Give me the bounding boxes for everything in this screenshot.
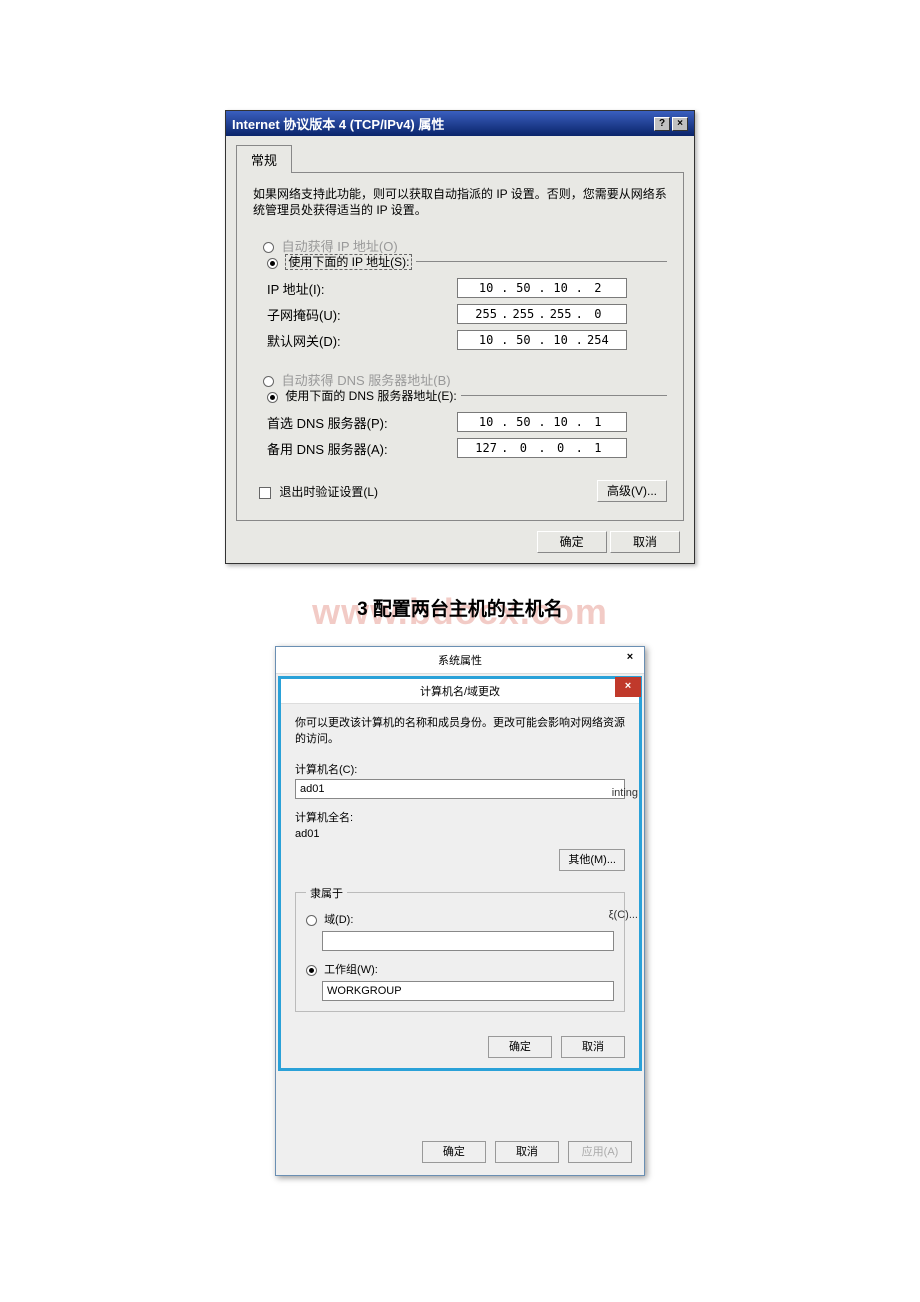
- sysprop-title: 系统属性: [438, 655, 482, 667]
- default-gateway-input[interactable]: 10.50.10.254: [457, 330, 627, 350]
- preferred-dns-label: 首选 DNS 服务器(P):: [267, 413, 457, 432]
- tab-general[interactable]: 常规: [236, 145, 292, 173]
- rename-titlebar: 计算机名/域更改 ×: [281, 679, 639, 704]
- cancel-button[interactable]: 取消: [561, 1036, 625, 1058]
- outer-ok-button[interactable]: 确定: [422, 1141, 486, 1163]
- ip-address-input[interactable]: 10.50.10.2: [457, 278, 627, 298]
- alternate-dns-input[interactable]: 127.0.0.1: [457, 438, 627, 458]
- alternate-dns-label: 备用 DNS 服务器(A):: [267, 439, 457, 458]
- ip-settings-group: 使用下面的 IP 地址(S): IP 地址(I): 10.50.10.2 子网掩…: [267, 261, 667, 360]
- domain-input[interactable]: [322, 931, 614, 951]
- computer-name-label: 计算机名(C):: [295, 761, 625, 777]
- full-name-label: 计算机全名:: [295, 809, 625, 825]
- description-text: 如果网络支持此功能，则可以获取自动指派的 IP 设置。否则，您需要从网络系统管理…: [253, 187, 667, 218]
- radio-manual-ip-label: 使用下面的 IP 地址(S):: [285, 254, 412, 270]
- radio-manual-dns-label: 使用下面的 DNS 服务器地址(E):: [285, 389, 456, 403]
- rename-title: 计算机名/域更改: [420, 686, 500, 698]
- dialog-title: Internet 协议版本 4 (TCP/IPv4) 属性: [232, 114, 444, 133]
- advanced-button[interactable]: 高级(V)...: [597, 480, 667, 502]
- validate-on-exit-label: 退出时验证设置(L): [279, 485, 378, 499]
- help-icon[interactable]: ?: [654, 117, 670, 131]
- validate-on-exit-checkbox[interactable]: [259, 487, 271, 499]
- member-of-group: 隶属于 域(D): 工作组(W):: [295, 885, 625, 1012]
- dns-settings-group: 使用下面的 DNS 服务器地址(E): 首选 DNS 服务器(P): 10.50…: [267, 395, 667, 468]
- close-icon[interactable]: ×: [622, 651, 638, 665]
- member-of-legend: 隶属于: [306, 885, 347, 901]
- more-button[interactable]: 其他(M)...: [559, 849, 625, 871]
- radio-auto-dns[interactable]: [263, 376, 274, 387]
- close-icon[interactable]: ×: [615, 677, 641, 697]
- cancel-button[interactable]: 取消: [610, 531, 680, 553]
- section-heading: 3 配置两台主机的主机名: [0, 594, 920, 621]
- outer-cancel-button[interactable]: 取消: [495, 1141, 559, 1163]
- radio-domain[interactable]: [306, 915, 317, 926]
- radio-domain-label: 域(D):: [324, 914, 353, 926]
- radio-auto-ip-label: 自动获得 IP 地址(O): [282, 239, 398, 254]
- full-name-value: ad01: [295, 827, 625, 841]
- system-properties-dialog: 系统属性 × 计算机名/域更改 × 你可以更改该计算机的名称和成员身份。更改可能…: [275, 646, 645, 1176]
- close-icon[interactable]: ×: [672, 117, 688, 131]
- radio-workgroup[interactable]: [306, 965, 317, 976]
- ip-address-label: IP 地址(I):: [267, 279, 457, 298]
- ok-button[interactable]: 确定: [537, 531, 607, 553]
- preferred-dns-input[interactable]: 10.50.10.1: [457, 412, 627, 432]
- default-gateway-label: 默认网关(D):: [267, 331, 457, 350]
- sysprop-titlebar: 系统属性 ×: [276, 647, 644, 674]
- ok-button[interactable]: 确定: [488, 1036, 552, 1058]
- subnet-mask-label: 子网掩码(U):: [267, 305, 457, 324]
- rename-description: 你可以更改该计算机的名称和成员身份。更改可能会影响对网络资源的访问。: [295, 716, 625, 747]
- computer-name-input[interactable]: [295, 779, 625, 799]
- background-fragment: inting: [612, 787, 638, 799]
- radio-workgroup-label: 工作组(W):: [324, 964, 378, 976]
- radio-manual-dns[interactable]: [267, 392, 278, 403]
- radio-manual-ip[interactable]: [267, 258, 278, 269]
- background-fragment: ξ(C)...: [609, 909, 638, 921]
- subnet-mask-input[interactable]: 255.255.255.0: [457, 304, 627, 324]
- radio-auto-ip[interactable]: [263, 242, 274, 253]
- section-heading-wrap: www.bdocx.com 3 配置两台主机的主机名: [0, 594, 920, 634]
- outer-apply-button[interactable]: 应用(A): [568, 1141, 632, 1163]
- radio-auto-dns-label: 自动获得 DNS 服务器地址(B): [282, 373, 451, 388]
- workgroup-input[interactable]: [322, 981, 614, 1001]
- dialog-titlebar: Internet 协议版本 4 (TCP/IPv4) 属性 ? ×: [226, 111, 694, 136]
- tcpip-properties-dialog: Internet 协议版本 4 (TCP/IPv4) 属性 ? × 常规 如果网…: [225, 110, 695, 564]
- computer-name-change-dialog: 计算机名/域更改 × 你可以更改该计算机的名称和成员身份。更改可能会影响对网络资…: [278, 676, 642, 1071]
